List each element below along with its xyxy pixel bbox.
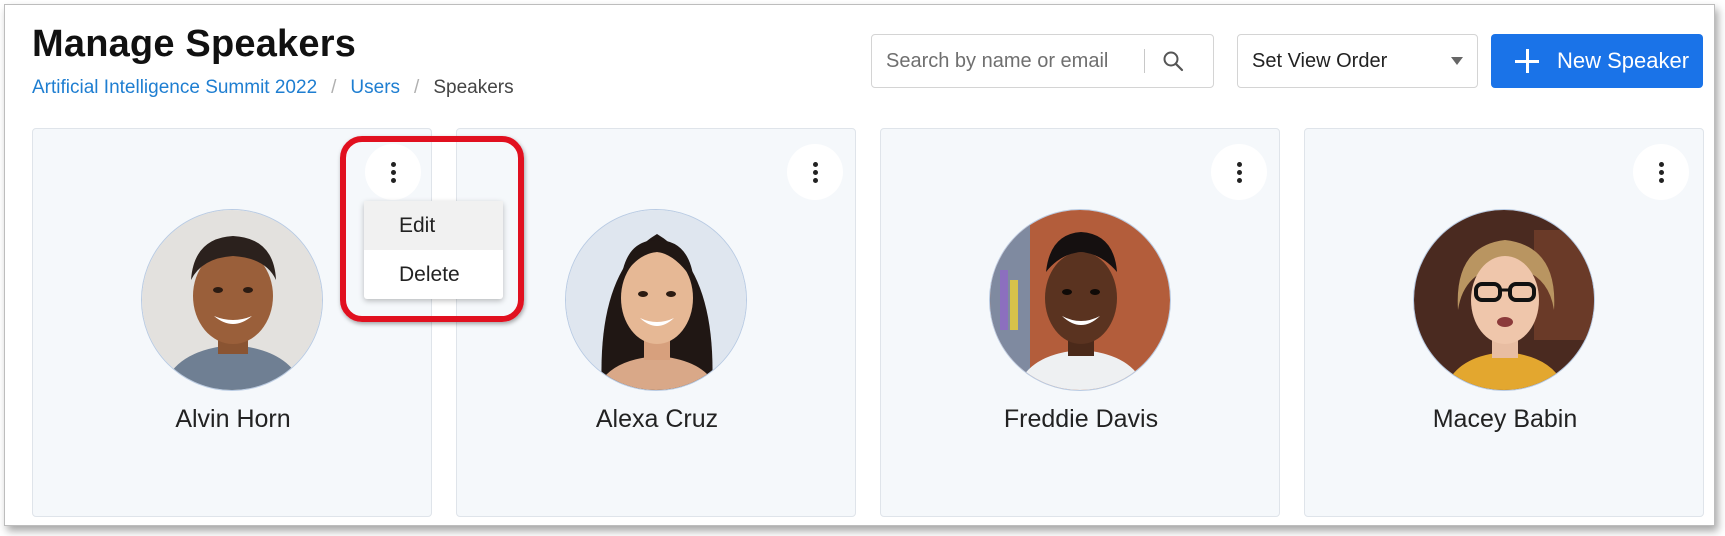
search-input[interactable]: [886, 49, 1136, 73]
chevron-down-icon: [1451, 57, 1463, 65]
breadcrumb-users[interactable]: Users: [350, 77, 400, 99]
breadcrumb-separator: /: [414, 77, 420, 98]
avatar: [141, 209, 323, 391]
search-divider: [1144, 49, 1145, 73]
speaker-name: Alexa Cruz: [595, 405, 719, 433]
breadcrumb: Artificial Intelligence Summit 2022 / Us…: [32, 77, 514, 99]
set-view-order-dropdown[interactable]: Set View Order: [1237, 34, 1478, 88]
speaker-name: Macey Babin: [1432, 405, 1578, 433]
avatar: [565, 209, 747, 391]
search-box: [871, 34, 1214, 88]
breadcrumb-event[interactable]: Artificial Intelligence Summit 2022: [32, 77, 317, 99]
plus-icon: [1515, 49, 1539, 73]
new-speaker-label: New Speaker: [1557, 48, 1690, 73]
speaker-name: Freddie Davis: [1003, 405, 1159, 433]
app-window: Manage Speakers Artificial Intelligence …: [4, 4, 1715, 526]
more-options-icon[interactable]: [1633, 144, 1689, 200]
speaker-card[interactable]: Freddie Davis: [880, 128, 1280, 517]
page-title: Manage Speakers: [32, 23, 357, 65]
breadcrumb-separator: /: [331, 77, 337, 98]
new-speaker-button[interactable]: New Speaker: [1491, 34, 1703, 88]
highlight-annotation: [340, 136, 524, 322]
avatar: [989, 209, 1171, 391]
more-options-icon[interactable]: [787, 144, 843, 200]
search-icon[interactable]: [1159, 47, 1187, 75]
more-options-icon[interactable]: [1211, 144, 1267, 200]
breadcrumb-speakers: Speakers: [433, 77, 514, 98]
view-order-label: Set View Order: [1252, 49, 1388, 72]
avatar: [1413, 209, 1595, 391]
speaker-name: Alvin Horn: [175, 405, 291, 433]
speaker-card[interactable]: Macey Babin: [1304, 128, 1704, 517]
